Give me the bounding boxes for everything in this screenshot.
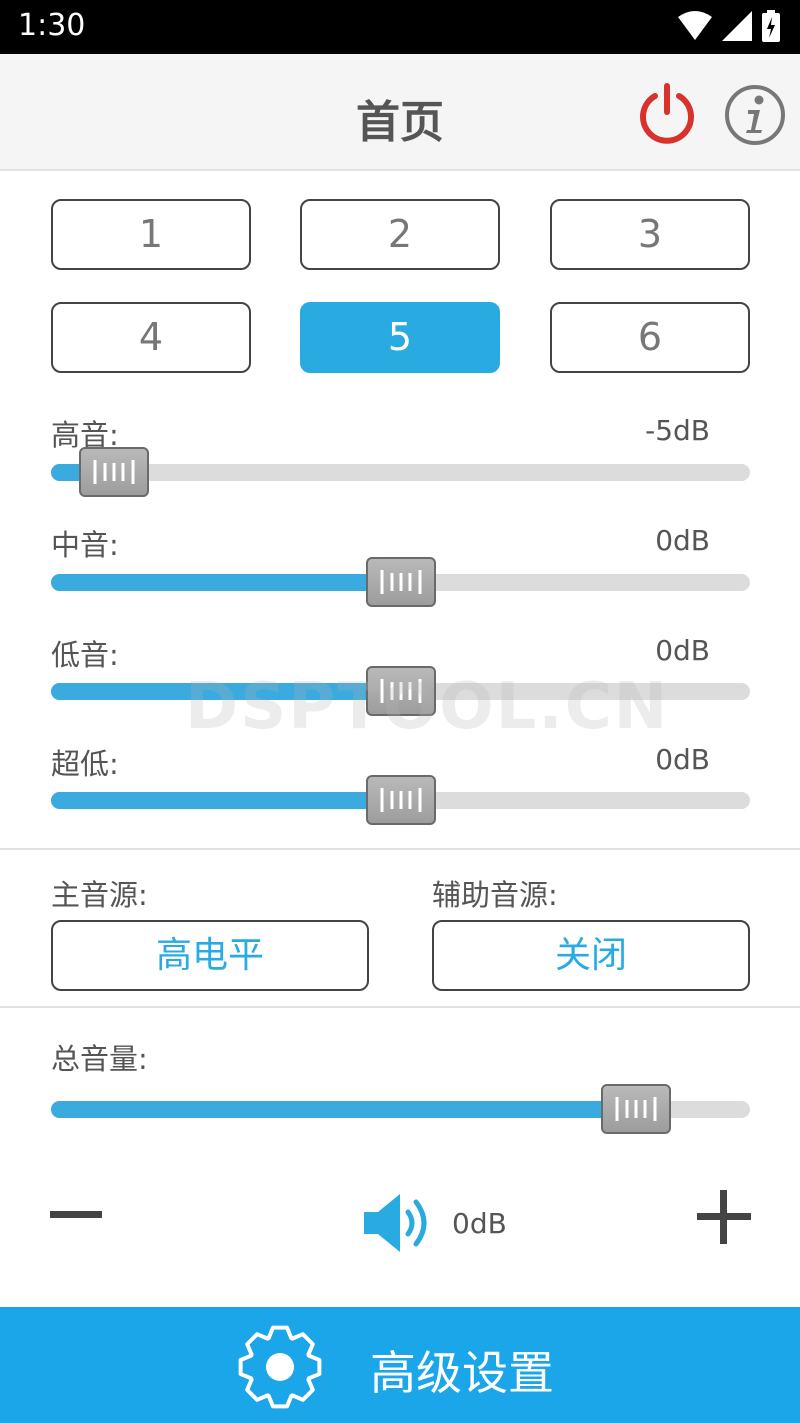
preset-button-2[interactable]: 2 <box>300 199 500 270</box>
treble-slider-thumb[interactable] <box>78 447 149 497</box>
subwoofer-value: 0dB <box>655 743 710 776</box>
subwoofer-slider-thumb[interactable] <box>365 775 436 825</box>
grip-icon <box>380 788 421 812</box>
signal-icon <box>722 11 752 41</box>
status-time: 1:30 <box>18 8 86 43</box>
divider <box>0 848 800 850</box>
grip-icon <box>380 570 421 594</box>
battery-icon <box>762 10 780 42</box>
preset-button-1[interactable]: 1 <box>51 199 251 270</box>
status-bar: 1:30 <box>0 0 800 54</box>
aux-source-button[interactable]: 关闭 <box>432 920 750 991</box>
master-volume-label: 总音量: <box>51 1042 148 1076</box>
preset-button-3[interactable]: 3 <box>550 199 750 270</box>
advanced-settings-button[interactable]: 高级设置 <box>0 1307 800 1423</box>
master-volume-slider-thumb[interactable] <box>601 1084 672 1134</box>
bass-label: 低音: <box>51 638 119 672</box>
treble-slider[interactable] <box>51 447 750 497</box>
bass-value: 0dB <box>655 634 710 667</box>
main-source-button[interactable]: 高电平 <box>51 920 369 991</box>
status-icons <box>678 10 780 42</box>
treble-value: -5dB <box>645 414 710 447</box>
mid-label: 中音: <box>51 528 119 562</box>
bass-slider-thumb[interactable] <box>365 666 436 716</box>
mid-value: 0dB <box>655 524 710 557</box>
preset-button-4[interactable]: 4 <box>51 302 251 373</box>
master-volume-value: 0dB <box>452 1207 507 1240</box>
wifi-icon <box>678 11 712 40</box>
master-volume-slider[interactable] <box>51 1084 750 1134</box>
mid-slider[interactable] <box>51 557 750 607</box>
app-header: 首页 <box>0 54 800 171</box>
master-volume-slider-fill <box>51 1101 637 1118</box>
mid-slider-thumb[interactable] <box>365 557 436 607</box>
bass-slider[interactable] <box>51 666 750 716</box>
mid-slider-fill <box>51 574 401 591</box>
bass-slider-fill <box>51 683 401 700</box>
power-icon[interactable] <box>636 82 698 144</box>
subwoofer-slider[interactable] <box>51 775 750 825</box>
grip-icon <box>380 679 421 703</box>
divider <box>0 1006 800 1008</box>
main-source-label: 主音源: <box>51 878 148 912</box>
speaker-icon <box>364 1194 427 1252</box>
minus-icon[interactable] <box>50 1197 102 1233</box>
plus-icon[interactable] <box>697 1190 751 1244</box>
info-icon[interactable] <box>724 84 786 146</box>
subwoofer-slider-fill <box>51 792 401 809</box>
preset-button-5[interactable]: 5 <box>300 302 500 373</box>
subwoofer-label: 超低: <box>51 747 119 781</box>
grip-icon <box>93 460 135 484</box>
grip-icon <box>615 1097 657 1121</box>
advanced-settings-label: 高级设置 <box>370 1346 554 1400</box>
gear-icon <box>238 1325 322 1409</box>
aux-source-label: 辅助音源: <box>432 878 558 912</box>
preset-button-6[interactable]: 6 <box>550 302 750 373</box>
